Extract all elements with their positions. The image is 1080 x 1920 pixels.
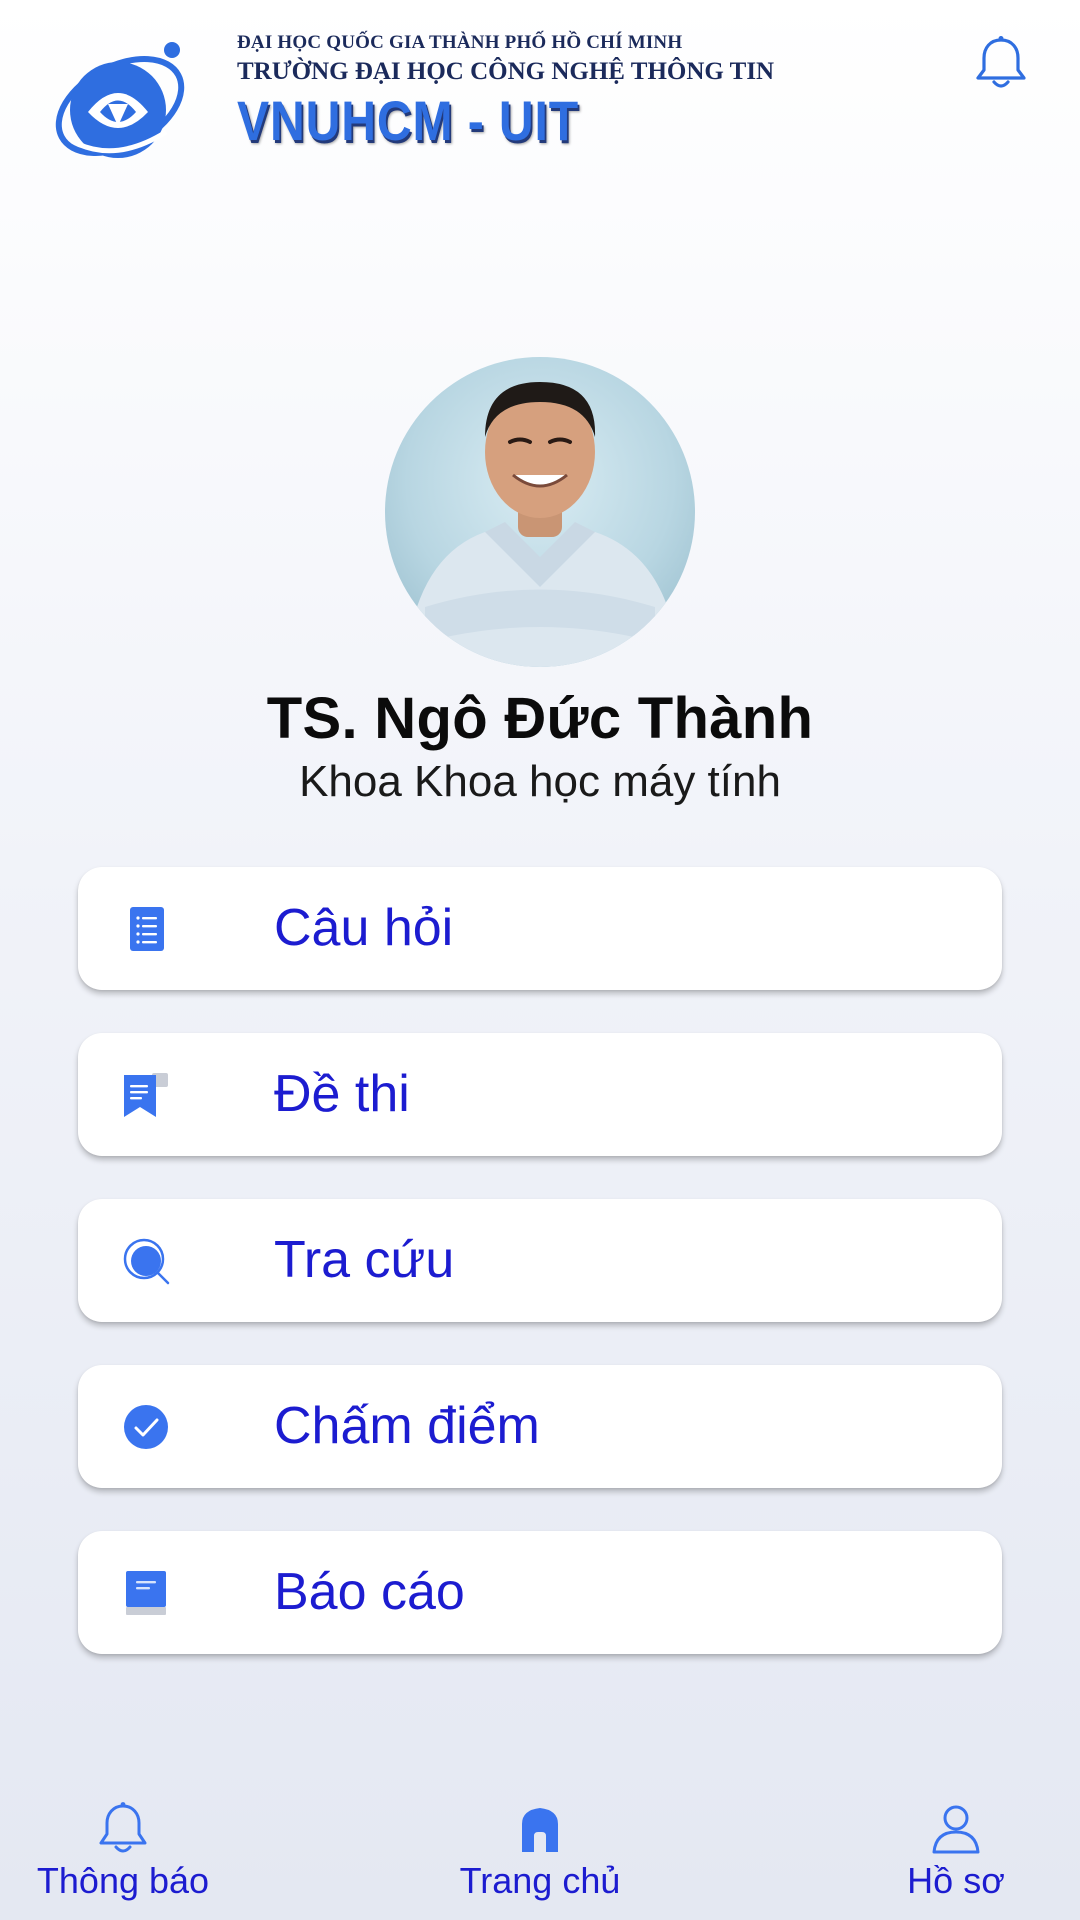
menu-item-label: Báo cáo bbox=[274, 1563, 465, 1621]
nav-item-notifications[interactable]: Thông báo bbox=[3, 1790, 243, 1920]
menu-item-label: Tra cứu bbox=[274, 1231, 455, 1289]
question-list-icon bbox=[130, 907, 164, 951]
menu-item-exams[interactable]: Đề thi bbox=[78, 1033, 1002, 1156]
menu-item-label: Chấm điểm bbox=[274, 1397, 540, 1455]
menu-item-questions[interactable]: Câu hỏi bbox=[78, 867, 1002, 990]
university-short-name: VNUHCM - UIT bbox=[237, 89, 580, 152]
avatar-photo bbox=[405, 382, 680, 667]
home-icon bbox=[522, 1808, 558, 1852]
bottom-navigation: Thông báo Trang chủ Hồ sơ bbox=[0, 1790, 1080, 1920]
nav-item-label: Hồ sơ bbox=[907, 1860, 1005, 1901]
profile-name: TS. Ngô Đức Thành bbox=[266, 686, 814, 751]
nav-item-home[interactable]: Trang chủ bbox=[420, 1790, 660, 1920]
menu-item-label: Câu hỏi bbox=[274, 899, 454, 957]
bell-icon[interactable] bbox=[972, 34, 1030, 92]
main-menu: Câu hỏi Đề thi Tra cứu Chấm điểm Báo cáo bbox=[78, 867, 1002, 1697]
nav-item-label: Thông báo bbox=[36, 1860, 210, 1901]
report-book-icon bbox=[126, 1571, 166, 1615]
university-logo bbox=[55, 42, 185, 158]
search-icon bbox=[123, 1238, 170, 1285]
university-name: TRƯỜNG ĐẠI HỌC CÔNG NGHỆ THÔNG TIN bbox=[237, 58, 775, 85]
profile-icon bbox=[932, 1805, 980, 1854]
app-header: ĐẠI HỌC QUỐC GIA THÀNH PHỐ HỒ CHÍ MINH T… bbox=[0, 0, 1080, 190]
check-circle-icon bbox=[124, 1405, 168, 1449]
nav-item-label: Trang chủ bbox=[459, 1860, 621, 1901]
menu-item-grading[interactable]: Chấm điểm bbox=[78, 1365, 1002, 1488]
nav-item-profile[interactable]: Hồ sơ bbox=[836, 1790, 1076, 1920]
avatar bbox=[385, 357, 695, 667]
university-name-block: ĐẠI HỌC QUỐC GIA THÀNH PHỐ HỒ CHÍ MINH T… bbox=[237, 32, 797, 153]
university-parent-name: ĐẠI HỌC QUỐC GIA THÀNH PHỐ HỒ CHÍ MINH bbox=[237, 32, 683, 53]
exam-icon bbox=[124, 1073, 168, 1117]
menu-item-lookup[interactable]: Tra cứu bbox=[78, 1199, 1002, 1322]
bell-icon bbox=[99, 1802, 147, 1853]
menu-item-label: Đề thi bbox=[274, 1065, 410, 1123]
menu-item-reports[interactable]: Báo cáo bbox=[78, 1531, 1002, 1654]
profile-department: Khoa Khoa học máy tính bbox=[299, 757, 781, 806]
